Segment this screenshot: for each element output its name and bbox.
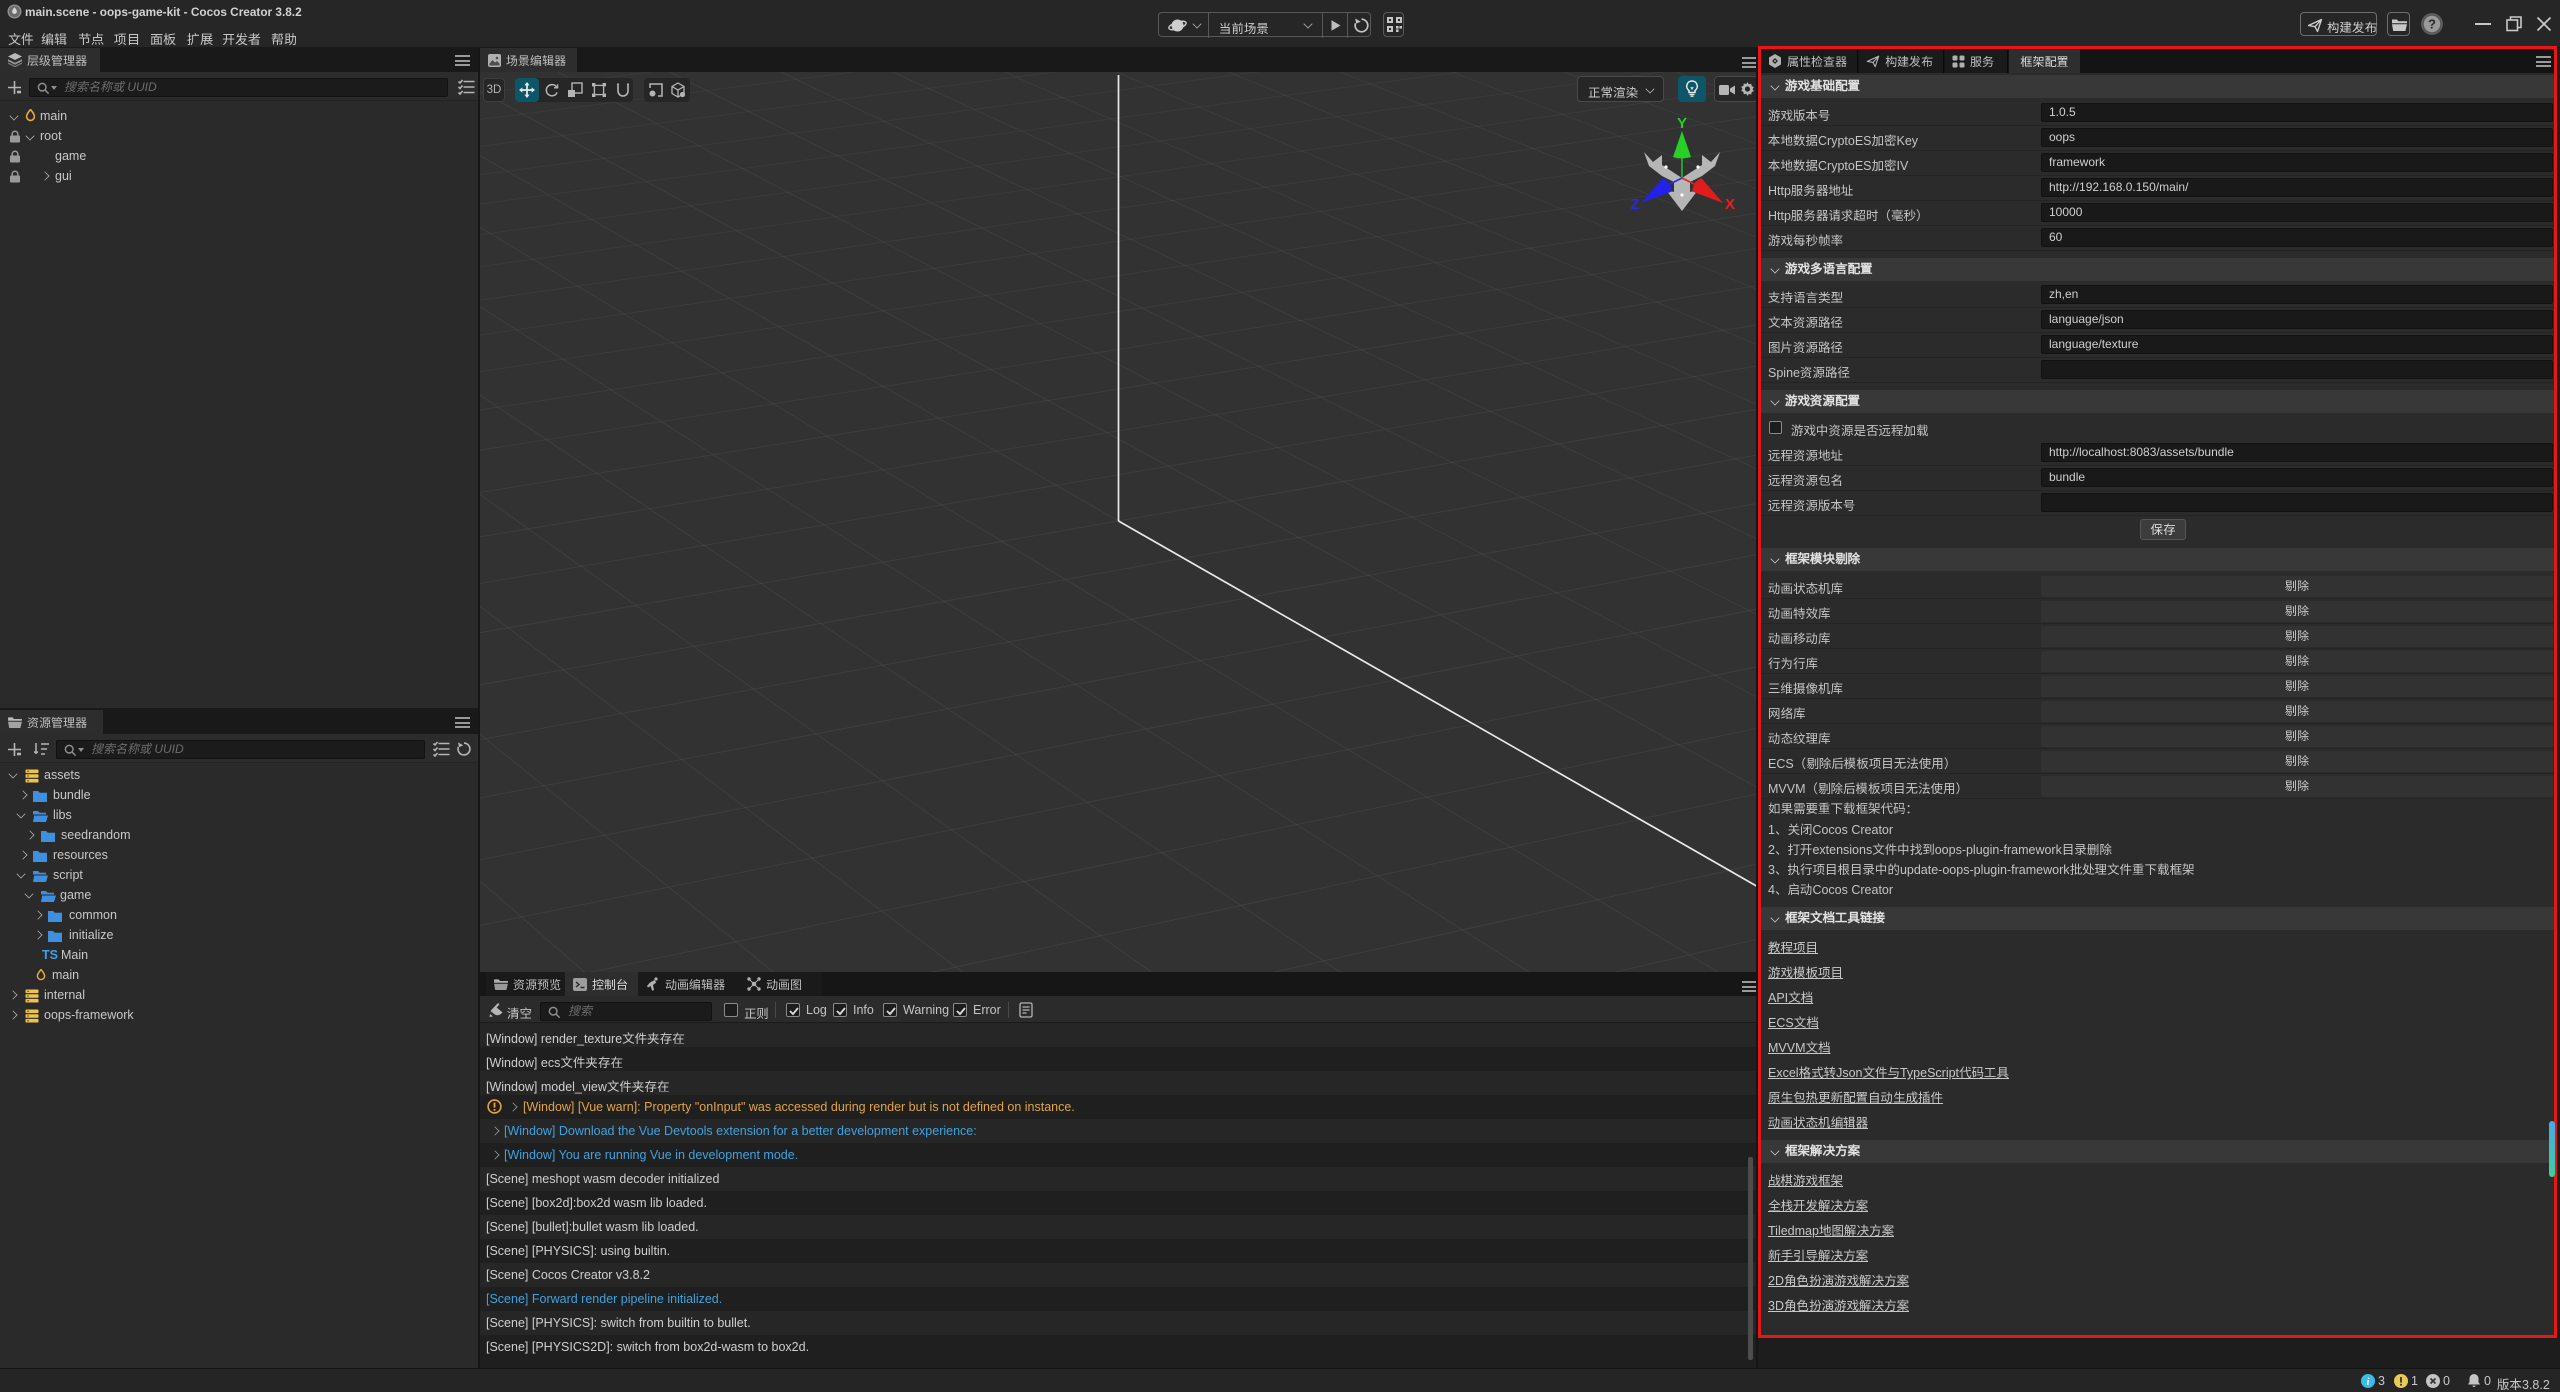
svg-text:?: ? (2428, 17, 2436, 32)
svg-text:Y: Y (1677, 115, 1687, 132)
svg-text:Z: Z (1630, 196, 1639, 213)
svg-text:i: i (2367, 1377, 2370, 1388)
svg-text:X: X (1725, 196, 1735, 213)
